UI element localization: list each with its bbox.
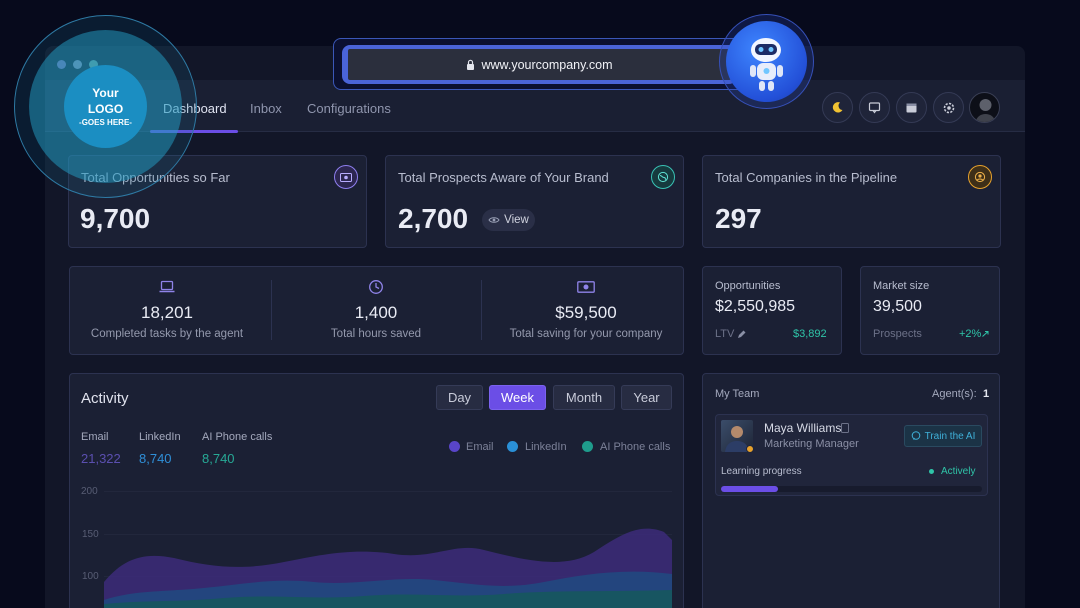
logo-badge: Your LOGO -GOES HERE- [64,65,147,148]
logo-line: Your [92,86,119,100]
divider [271,280,272,340]
metric-value: 21,322 [81,451,121,466]
view-button[interactable]: View [482,209,535,231]
pencil-icon[interactable] [737,330,746,339]
kpi-value: 2,700 [398,203,469,234]
dark-mode-button[interactable] [822,92,853,123]
doc-icon [841,423,849,433]
trend-up-icon [982,331,989,337]
active-dot [929,469,934,474]
robot-icon [750,38,783,91]
legend-dot-ai-phone [582,441,593,452]
member-name: Maya Williams [764,421,842,435]
period-year[interactable]: Year [621,385,672,410]
kpi-title: Total Companies in the Pipeline [715,170,898,185]
activity-area-chart [104,528,672,608]
period-day[interactable]: Day [436,385,483,410]
legend-label: Email [466,441,494,453]
market-change: +2% [959,328,982,340]
legend-dot-email [449,441,460,452]
stat-value: 1,400 [354,303,398,322]
gridline [104,491,672,492]
y-tick: 150 [82,529,99,540]
user-avatar[interactable] [969,92,1000,123]
url-text: www.yourcompany.com [481,57,613,72]
market-value: 39,500 [873,298,922,315]
stat-label: Total hours saved [330,328,422,340]
laptop-icon [159,280,175,293]
settings-button[interactable] [933,92,964,123]
stat-value: $59,500 [555,303,617,322]
message-icon [868,102,881,114]
legend-label: LinkedIn [525,441,567,453]
eye-icon [488,217,500,223]
team-title: My Team [715,388,760,400]
metric-label: LinkedIn [139,431,181,443]
divider [481,280,482,340]
view-label: View [504,214,529,226]
kpi-title: Total Prospects Aware of Your Brand [398,170,609,185]
agents-label: Agent(s): [932,388,977,400]
lock-icon [467,59,475,70]
opportunities-title: Opportunities [715,280,781,292]
member-status-dot [746,445,754,453]
train-ai-button[interactable]: Train the AI [904,425,982,447]
stat-label: Completed tasks by the agent [90,328,244,340]
prospects-label: Prospects [873,328,922,340]
stat-value: 18,201 [141,303,193,322]
metric-label: AI Phone calls [202,431,273,443]
metric-value: 8,740 [202,451,235,466]
company-icon [968,165,992,189]
moon-icon [832,102,843,113]
calendar-button[interactable] [896,92,927,123]
legend-label: AI Phone calls [600,441,671,453]
member-role: Marketing Manager [764,438,859,450]
gear-icon [943,102,954,113]
globe-icon [651,165,675,189]
calendar-icon [906,103,917,113]
metric-label: Email [81,431,109,443]
metric-value: 8,740 [139,451,172,466]
cash-icon [577,281,595,293]
tab-configurations[interactable]: Configurations [307,101,391,116]
ltv-label: LTV [715,328,735,340]
url-bar[interactable]: www.yourcompany.com [342,45,737,84]
y-tick: 200 [81,486,98,497]
logo-line: LOGO [87,102,124,116]
market-title: Market size [873,280,930,292]
activity-title: Activity [81,390,129,407]
stat-label: Total saving for your company [509,328,663,340]
kpi-value: 9,700 [80,203,151,234]
learning-status: Actively [941,466,976,477]
clock-icon [369,280,383,294]
learning-progress-label: Learning progress [721,466,802,477]
logo-line: -GOES HERE- [79,118,132,127]
money-icon [334,165,358,189]
learning-progress-fill [721,486,778,492]
period-month[interactable]: Month [553,385,615,410]
robot-avatar [726,21,807,102]
kpi-value: 297 [715,203,762,234]
train-ai-label: Train the AI [924,430,976,442]
chat-icon [911,431,920,440]
legend-dot-linkedin [507,441,518,452]
period-week[interactable]: Week [489,385,546,410]
tab-inbox[interactable]: Inbox [250,101,282,116]
messages-button[interactable] [859,92,890,123]
agents-count: 1 [983,388,990,400]
opportunities-value: $2,550,985 [715,298,796,315]
y-tick: 100 [82,571,99,582]
ltv-value: $3,892 [793,328,827,340]
